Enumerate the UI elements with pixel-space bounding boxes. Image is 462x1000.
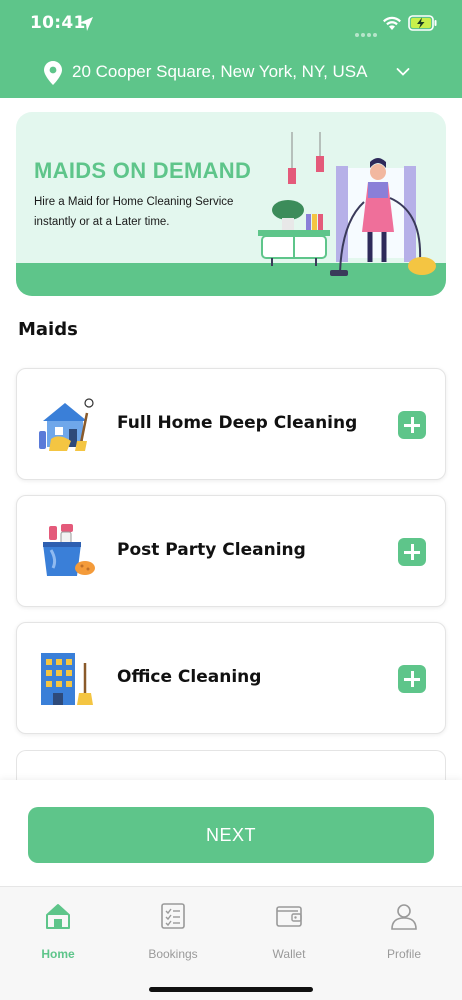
- add-service-button[interactable]: [398, 665, 426, 693]
- chevron-down-icon: [396, 68, 410, 76]
- service-label: Full Home Deep Cleaning: [117, 413, 358, 433]
- service-label: Post Party Cleaning: [117, 540, 306, 560]
- address-text: 20 Cooper Square, New York, NY, USA: [72, 62, 368, 81]
- footer-action-area: NEXT: [0, 780, 462, 886]
- wifi-icon: [383, 16, 401, 30]
- status-bar: 10:41: [0, 0, 462, 50]
- cleaning-bucket-icon: [43, 524, 95, 576]
- service-card[interactable]: Post Party Cleaning: [16, 495, 446, 607]
- tab-label: Profile: [386, 947, 421, 961]
- section-title: Maids: [18, 319, 78, 340]
- banner-title: MAIDS ON DEMAND: [34, 158, 252, 183]
- service-label: Office Cleaning: [117, 667, 262, 687]
- office-building-icon: [41, 653, 93, 705]
- wallet-icon: [276, 906, 302, 927]
- tab-profile[interactable]: Profile: [364, 901, 444, 971]
- next-button[interactable]: NEXT: [28, 807, 434, 863]
- app-header: 10:41 20 Cooper Square, New York, NY, US…: [0, 0, 462, 98]
- address-selector[interactable]: 20 Cooper Square, New York, NY, USA: [0, 58, 462, 88]
- profile-icon: [391, 904, 417, 930]
- service-card[interactable]: Full Home Deep Cleaning: [16, 368, 446, 480]
- location-arrow-icon: [79, 17, 93, 31]
- service-card[interactable]: Office Cleaning: [16, 622, 446, 734]
- add-service-button[interactable]: [398, 538, 426, 566]
- tab-label: Home: [41, 947, 75, 961]
- tab-label: Wallet: [272, 947, 306, 961]
- home-icon: [46, 904, 70, 929]
- promo-banner[interactable]: MAIDS ON DEMAND Hire a Maid for Home Cle…: [16, 112, 446, 296]
- battery-charging-icon: [408, 15, 437, 31]
- bottom-tab-bar: Home Bookings Wallet Profile: [0, 886, 462, 1000]
- tab-wallet[interactable]: Wallet: [249, 901, 329, 971]
- house-cleaning-icon: [39, 398, 94, 451]
- maid-vacuuming-illustration: [258, 132, 436, 276]
- home-indicator: [149, 987, 313, 992]
- tab-label: Bookings: [148, 947, 198, 961]
- tab-bookings[interactable]: Bookings: [133, 901, 213, 971]
- banner-subtitle: Hire a Maid for Home Cleaning Service in…: [34, 196, 234, 228]
- add-service-button[interactable]: [398, 411, 426, 439]
- tab-home[interactable]: Home: [18, 901, 98, 971]
- checklist-icon: [161, 903, 185, 929]
- location-pin-icon: [44, 61, 62, 85]
- signal-dots-icon: [355, 22, 379, 41]
